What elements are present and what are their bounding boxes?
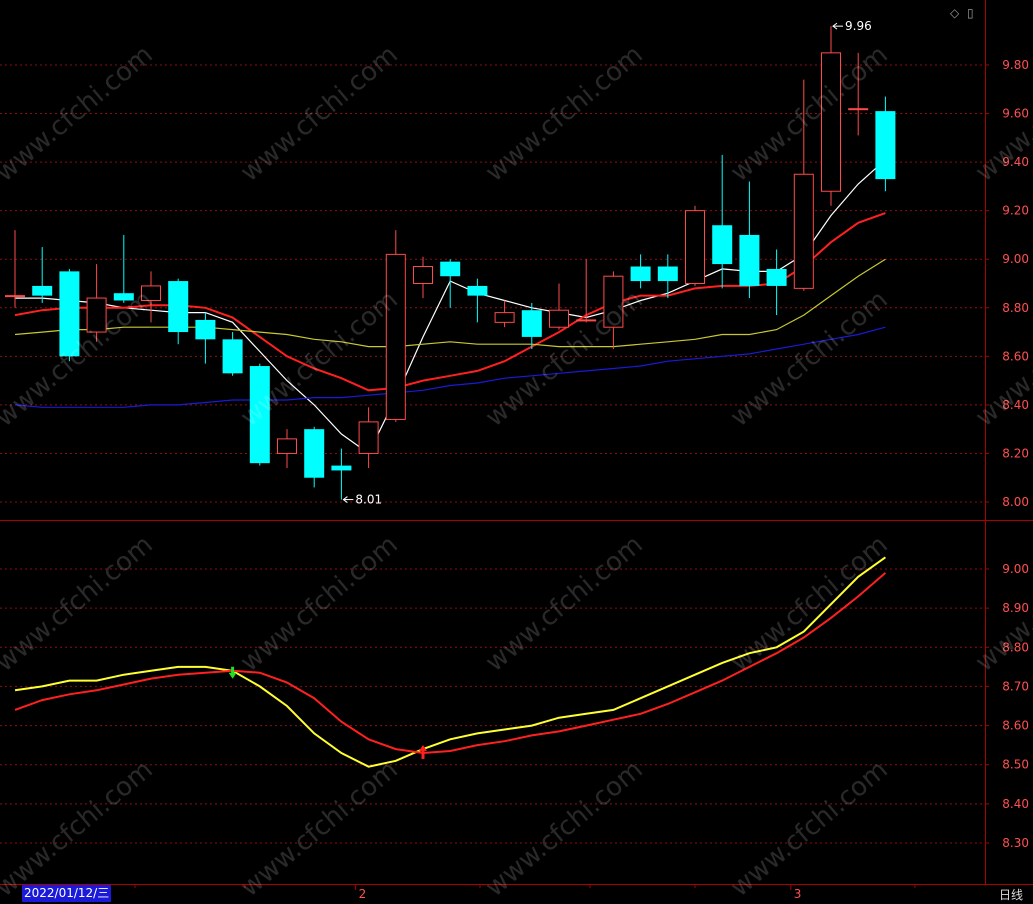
y-tick-label: 9.60 [1002, 107, 1029, 121]
candle-body [141, 285, 161, 301]
y-tick-label: 9.80 [1002, 58, 1029, 72]
candle [766, 249, 787, 316]
y-tick-label: 8.30 [1002, 836, 1029, 850]
candle-body [766, 268, 787, 286]
x-tick-label: 3 [794, 887, 802, 901]
candle-body [331, 465, 352, 471]
candle-body [440, 261, 461, 277]
candle-body [222, 339, 243, 374]
y-tick-label: 8.60 [1002, 349, 1029, 363]
candle-body [277, 438, 297, 454]
candle [168, 278, 189, 345]
candle-body [413, 266, 433, 284]
y-tick-label: 8.80 [1002, 301, 1029, 315]
stock-chart: 8.01 9.96 8.00 8.20 8.40 8.60 8.80 9.00 9.20 9.4… [0, 0, 1033, 901]
y-tick-label: 8.50 [1002, 758, 1029, 772]
indicator-grid [0, 568, 985, 844]
candle [739, 181, 760, 299]
moving-average-line [14, 326, 886, 408]
y-tick-label: 9.40 [1002, 155, 1029, 169]
candle [603, 271, 624, 350]
y-tick-label: 8.00 [1002, 495, 1029, 509]
candle-body [576, 319, 597, 322]
period-label[interactable]: 日线 [999, 886, 1023, 903]
candle [86, 264, 107, 342]
candle [685, 205, 705, 286]
candle [793, 79, 814, 291]
annotation-label: 8.01 [355, 493, 382, 507]
candle [222, 332, 243, 376]
candle [195, 312, 216, 364]
indicator-line [14, 556, 886, 768]
date-label: 2022/01/12/三 [22, 885, 112, 902]
candle-body [793, 173, 814, 289]
candle-body [549, 309, 569, 328]
y-tick-label: 8.40 [1002, 398, 1029, 412]
candle-body [657, 266, 678, 282]
candle-body [467, 285, 488, 296]
candle-body [304, 429, 325, 478]
candle-body [86, 297, 107, 333]
candle [494, 300, 515, 328]
y-tick-label: 8.20 [1002, 446, 1029, 460]
y-tick-label: 9.00 [1002, 562, 1029, 576]
candle-body [630, 266, 651, 282]
y-tick-label: 8.60 [1002, 719, 1029, 733]
candle [549, 283, 569, 330]
price-pane: 8.01 9.96 [5, 19, 896, 507]
candle-body [168, 281, 189, 333]
candle [113, 234, 134, 303]
candle [32, 247, 53, 303]
candle [875, 96, 896, 192]
candle-body [685, 210, 705, 285]
candle-body [195, 319, 216, 340]
y-tick-label: 9.00 [1002, 252, 1029, 266]
candle [358, 407, 379, 469]
diamond-icon[interactable]: ◇ [950, 6, 959, 20]
candle [821, 26, 841, 206]
candle-body [603, 275, 624, 328]
candle [141, 271, 161, 323]
y-tick-label: 8.40 [1002, 797, 1029, 811]
annotation-label: 9.96 [845, 19, 872, 33]
candle-body [249, 366, 270, 464]
candle-body [712, 225, 733, 265]
candle-body [113, 293, 134, 301]
candle [657, 254, 678, 299]
candle-body [875, 111, 896, 180]
candle [59, 268, 80, 362]
candle-body [739, 234, 760, 286]
indicator-pane [14, 556, 887, 768]
candle [304, 426, 325, 488]
candle-body [848, 108, 869, 111]
candle [331, 448, 352, 500]
y-tick-label: 8.90 [1002, 601, 1029, 615]
price-annotation: 8.01 [342, 493, 382, 507]
restore-icon[interactable]: ▯ [967, 6, 974, 20]
candle-body [358, 421, 379, 454]
candle-body [5, 295, 25, 298]
y-tick-label: 8.80 [1002, 640, 1029, 654]
y-tick-label: 9.20 [1002, 204, 1029, 218]
candle-body [494, 312, 515, 323]
axis-ticks: 8.00 8.20 8.40 8.60 8.80 9.00 9.20 9.40 9.60 9.80… [134, 58, 1029, 901]
candle [413, 256, 433, 299]
candle [385, 230, 406, 422]
candle [712, 154, 733, 289]
candle-body [521, 310, 542, 337]
candle [630, 254, 651, 289]
sell-signal-arrow [228, 666, 237, 679]
candle-body [59, 271, 80, 357]
candle-body [385, 253, 406, 420]
candle [467, 278, 488, 323]
candle [277, 429, 297, 469]
candle [249, 363, 270, 466]
price-annotation: 9.96 [832, 19, 872, 33]
x-tick-label: 2 [359, 887, 367, 901]
candle-body [32, 285, 53, 296]
candle [440, 259, 461, 308]
candle [5, 230, 25, 308]
y-tick-label: 8.70 [1002, 679, 1029, 693]
candle-body [821, 52, 841, 192]
